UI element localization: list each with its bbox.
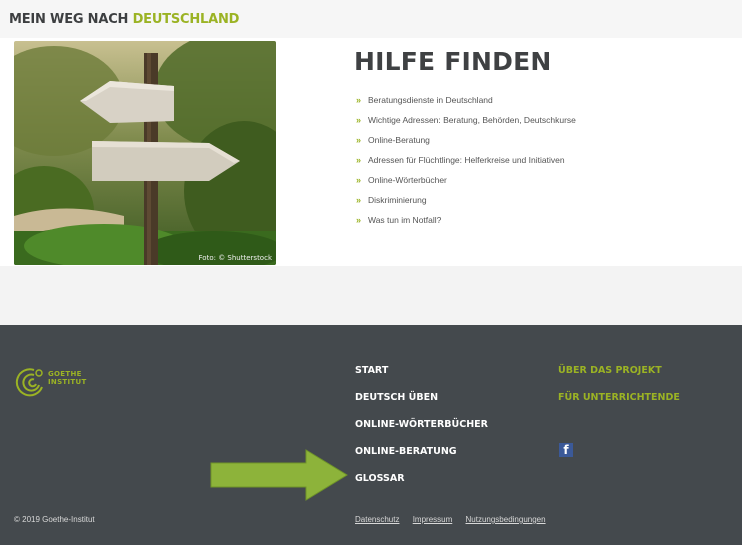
site-footer: GOETHE INSTITUT START DEUTSCH ÜBEN ONLIN… <box>0 325 742 545</box>
footer-link-deutsch-ueben[interactable]: DEUTSCH ÜBEN <box>355 392 488 419</box>
bullet-icon: » <box>356 175 362 185</box>
legal-links: Datenschutz Impressum Nutzungsbedingunge… <box>355 515 557 524</box>
legal-link-datenschutz[interactable]: Datenschutz <box>355 515 399 524</box>
list-item[interactable]: » Adressen für Flüchtlinge: Helferkreise … <box>356 150 576 170</box>
footer-link-ueber-projekt[interactable]: ÜBER DAS PROJEKT <box>558 365 680 392</box>
page-title: HILFE FINDEN <box>354 47 552 76</box>
bullet-icon: » <box>356 195 362 205</box>
list-item-label: Wichtige Adressen: Beratung, Behörden, D… <box>368 115 576 125</box>
legal-link-impressum[interactable]: Impressum <box>413 515 453 524</box>
copyright: © 2019 Goethe-Institut <box>14 515 95 524</box>
list-item-label: Online-Beratung <box>368 135 430 145</box>
goethe-logo[interactable]: GOETHE INSTITUT <box>14 365 134 399</box>
list-item[interactable]: » Wichtige Adressen: Beratung, Behörden, … <box>356 110 576 130</box>
bullet-icon: » <box>356 155 362 165</box>
bullet-icon: » <box>356 115 362 125</box>
bullet-icon: » <box>356 135 362 145</box>
goethe-logo-icon <box>15 368 43 397</box>
signpost-photo: Foto: © Shutterstock <box>14 41 276 265</box>
photo-credit: Foto: © Shutterstock <box>198 254 272 262</box>
brand-accent: DEUTSCHLAND <box>132 12 240 27</box>
list-item-label: Beratungsdienste in Deutschland <box>368 95 493 105</box>
legal-link-nutzungsbedingungen[interactable]: Nutzungsbedingungen <box>466 515 546 524</box>
footer-nav-main: START DEUTSCH ÜBEN ONLINE-WÖRTERBÜCHER O… <box>355 365 488 500</box>
help-link-list: » Beratungsdienste in Deutschland » Wichti… <box>356 90 576 230</box>
list-item[interactable]: » Online-Wörterbücher <box>356 170 576 190</box>
logo-line1: GOETHE <box>48 370 82 378</box>
list-item-label: Was tun im Notfall? <box>368 215 442 225</box>
list-item[interactable]: » Was tun im Notfall? <box>356 210 576 230</box>
list-item-label: Diskriminierung <box>368 195 427 205</box>
footer-link-glossar[interactable]: GLOSSAR <box>355 473 488 500</box>
brand-prefix: MEIN WEG NACH <box>9 12 129 27</box>
logo-line2: INSTITUT <box>48 378 87 386</box>
bullet-icon: » <box>356 215 362 225</box>
footer-link-online-beratung[interactable]: ONLINE-BERATUNG <box>355 446 488 473</box>
footer-link-unterrichtende[interactable]: FÜR UNTERRICHTENDE <box>558 392 680 419</box>
list-item-label: Adressen für Flüchtlinge: Helferkreise u… <box>368 155 565 165</box>
facebook-icon[interactable]: f <box>559 443 573 457</box>
list-item-label: Online-Wörterbücher <box>368 175 447 185</box>
list-item[interactable]: » Beratungsdienste in Deutschland <box>356 90 576 110</box>
site-brand[interactable]: MEIN WEG NACH DEUTSCHLAND <box>9 12 239 27</box>
top-header: MEIN WEG NACH DEUTSCHLAND <box>0 0 742 38</box>
bullet-icon: » <box>356 95 362 105</box>
footer-link-woerterbuecher[interactable]: ONLINE-WÖRTERBÜCHER <box>355 419 488 446</box>
logo-text: GOETHE INSTITUT <box>48 370 87 386</box>
green-arrow-icon <box>210 449 348 501</box>
list-item[interactable]: » Online-Beratung <box>356 130 576 150</box>
spacer-band <box>0 266 742 325</box>
list-item[interactable]: » Diskriminierung <box>356 190 576 210</box>
footer-link-start[interactable]: START <box>355 365 488 392</box>
footer-nav-secondary: ÜBER DAS PROJEKT FÜR UNTERRICHTENDE <box>558 365 680 419</box>
